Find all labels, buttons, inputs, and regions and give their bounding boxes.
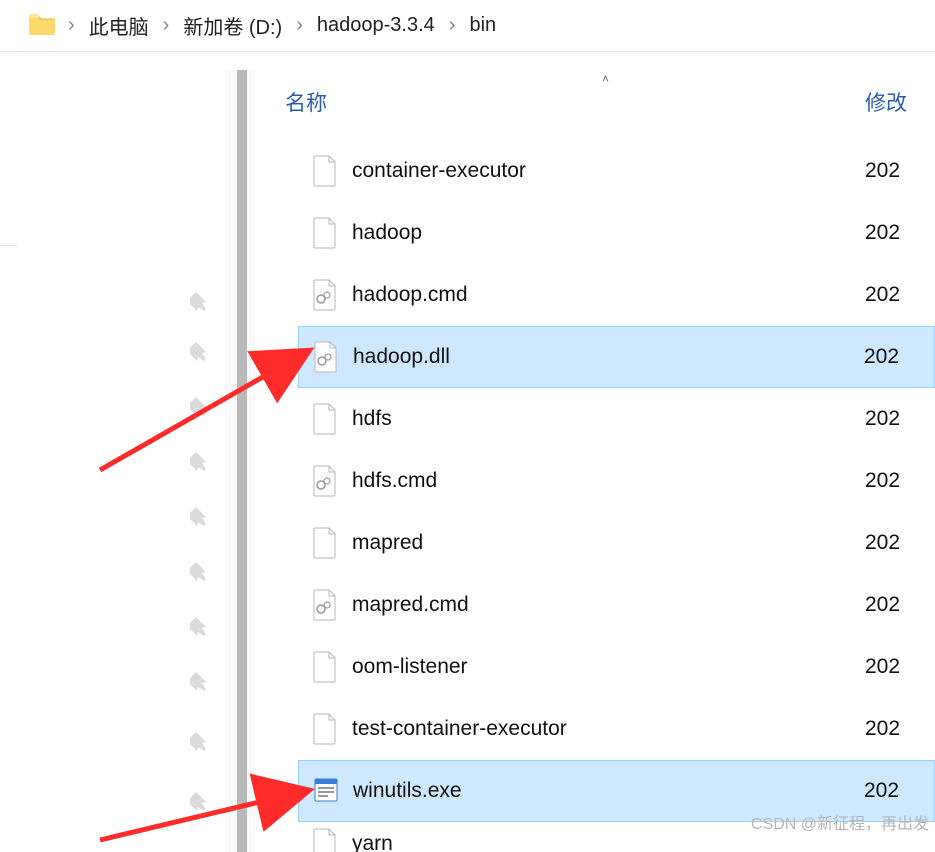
generic-file-icon (312, 155, 338, 187)
pin-icon (190, 730, 214, 754)
file-modified: 202 (865, 593, 935, 617)
sort-indicator-icon: ˄ (602, 72, 609, 86)
file-row[interactable]: hadoop.dll 202 (298, 326, 935, 388)
file-name: mapred.cmd (352, 593, 865, 617)
file-name: winutils.exe (353, 779, 864, 803)
file-name: mapred (352, 531, 865, 555)
generic-file-icon (312, 403, 338, 435)
file-modified: 202 (864, 345, 934, 369)
cmd-file-icon (312, 465, 338, 497)
folder-icon (28, 11, 56, 41)
column-header-row: ˄ 名称 修改 (285, 70, 935, 134)
file-name: hdfs (352, 407, 865, 431)
file-name: oom-listener (352, 655, 865, 679)
exe-file-icon (313, 775, 339, 807)
watermark: CSDN @新征程，再出发 (751, 810, 929, 834)
file-row[interactable]: hadoop 202 (298, 202, 935, 264)
file-modified: 202 (865, 717, 935, 741)
generic-file-icon (312, 217, 338, 249)
file-name: container-executor (352, 159, 865, 183)
chevron-right-icon[interactable]: › (64, 14, 79, 37)
chevron-right-icon[interactable]: › (292, 14, 307, 37)
file-list[interactable]: container-executor 202 hadoop 202 hadoop… (298, 140, 935, 852)
pin-icon (190, 395, 214, 419)
cmd-file-icon (312, 589, 338, 621)
file-name: test-container-executor (352, 717, 865, 741)
crumb-bin[interactable]: bin (459, 8, 506, 43)
generic-file-icon (312, 527, 338, 559)
file-modified: 202 (864, 779, 934, 803)
pin-icon (190, 505, 214, 529)
cropped-panel-edge (0, 60, 17, 246)
scrollbar[interactable] (225, 70, 255, 852)
file-row[interactable]: mapred.cmd 202 (298, 574, 935, 636)
chevron-right-icon[interactable]: › (445, 14, 460, 37)
column-header-name[interactable]: 名称 (285, 87, 865, 117)
generic-file-icon (312, 828, 338, 852)
column-header-modified[interactable]: 修改 (865, 87, 935, 117)
pin-icon (190, 615, 214, 639)
file-modified: 202 (865, 655, 935, 679)
pin-icon (190, 790, 214, 814)
pin-icon (190, 290, 214, 314)
file-name: hadoop (352, 221, 865, 245)
pin-icon (190, 560, 214, 584)
chevron-right-icon[interactable]: › (159, 14, 174, 37)
file-modified: 202 (865, 221, 935, 245)
file-row[interactable]: hdfs.cmd 202 (298, 450, 935, 512)
crumb-drive-d[interactable]: 新加卷 (D:) (173, 5, 292, 46)
pin-icon (190, 450, 214, 474)
pin-icon (190, 670, 214, 694)
pin-icon (190, 340, 214, 364)
file-name: hdfs.cmd (352, 469, 865, 493)
file-row[interactable]: hadoop.cmd 202 (298, 264, 935, 326)
file-modified: 202 (865, 469, 935, 493)
file-row[interactable]: hdfs 202 (298, 388, 935, 450)
breadcrumb[interactable]: › 此电脑 › 新加卷 (D:) › hadoop-3.3.4 › bin (0, 0, 935, 52)
file-name: yarn (352, 832, 935, 852)
file-row[interactable]: container-executor 202 (298, 140, 935, 202)
file-name: hadoop.dll (353, 345, 864, 369)
file-modified: 202 (865, 283, 935, 307)
file-row[interactable]: mapred 202 (298, 512, 935, 574)
file-name: hadoop.cmd (352, 283, 865, 307)
dll-file-icon (313, 341, 339, 373)
file-modified: 202 (865, 407, 935, 431)
generic-file-icon (312, 651, 338, 683)
generic-file-icon (312, 713, 338, 745)
file-modified: 202 (865, 531, 935, 555)
quick-access-pins (190, 280, 222, 852)
crumb-hadoop[interactable]: hadoop-3.3.4 (307, 8, 445, 43)
file-modified: 202 (865, 159, 935, 183)
cmd-file-icon (312, 279, 338, 311)
file-row[interactable]: test-container-executor 202 (298, 698, 935, 760)
file-row[interactable]: oom-listener 202 (298, 636, 935, 698)
crumb-this-pc[interactable]: 此电脑 (79, 5, 159, 46)
